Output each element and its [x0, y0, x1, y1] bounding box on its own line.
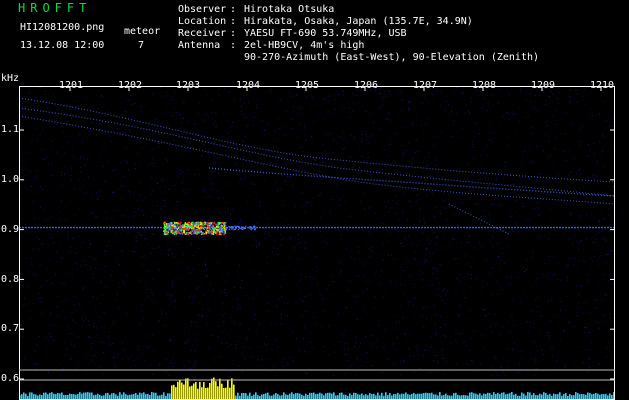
- plot-frame: [19, 86, 615, 400]
- signal-trace: [19, 97, 615, 183]
- antenna-sep: :: [230, 40, 237, 51]
- observer-sep: :: [230, 4, 237, 15]
- signal-trace: [19, 107, 615, 197]
- app-title: HROFFT: [18, 1, 92, 15]
- receiver-sep: :: [230, 28, 237, 39]
- spectrogram-plot: [19, 86, 615, 400]
- file-name: HI12081200.png: [20, 22, 105, 33]
- location-key: Location: [178, 16, 227, 27]
- y-tick-label: 1.0: [1, 174, 20, 185]
- receiver-value: YAESU FT-690 53.749MHz, USB: [244, 28, 407, 39]
- date-time: 13.12.08 12:00: [20, 40, 105, 51]
- y-tick-label: 0.7: [1, 323, 20, 334]
- antenna-key: Antenna: [178, 40, 221, 51]
- location-value: Hirakata, Osaka, Japan (135.7E, 34.9N): [244, 16, 473, 27]
- receiver-key: Receiver: [178, 28, 227, 39]
- meteor-count: 7: [138, 40, 145, 51]
- signal-trace: [19, 115, 615, 205]
- y-tick-label: 0.9: [1, 224, 20, 235]
- y-axis-unit: kHz: [1, 73, 20, 84]
- location-sep: :: [230, 16, 237, 27]
- signal-trace: [448, 203, 510, 235]
- count-histogram: [19, 377, 615, 399]
- y-tick-label: 0.8: [1, 274, 20, 285]
- observer-key: Observer: [178, 4, 227, 15]
- antenna-direction: 90-270-Azimuth (East-West), 90-Elevation…: [244, 52, 540, 63]
- meteor-label: meteor: [124, 26, 161, 37]
- observer-value: Hirotaka Otsuka: [244, 4, 335, 15]
- signal-trace: [208, 167, 615, 197]
- y-tick-label: 0.6: [1, 373, 20, 384]
- antenna-value: 2el-HB9CV, 4m's high: [244, 40, 365, 51]
- y-tick-label: 1.1: [1, 124, 20, 135]
- signal-trace-layer: [19, 97, 615, 235]
- noise-layer: [19, 86, 615, 377]
- meteor-echo: [163, 221, 256, 236]
